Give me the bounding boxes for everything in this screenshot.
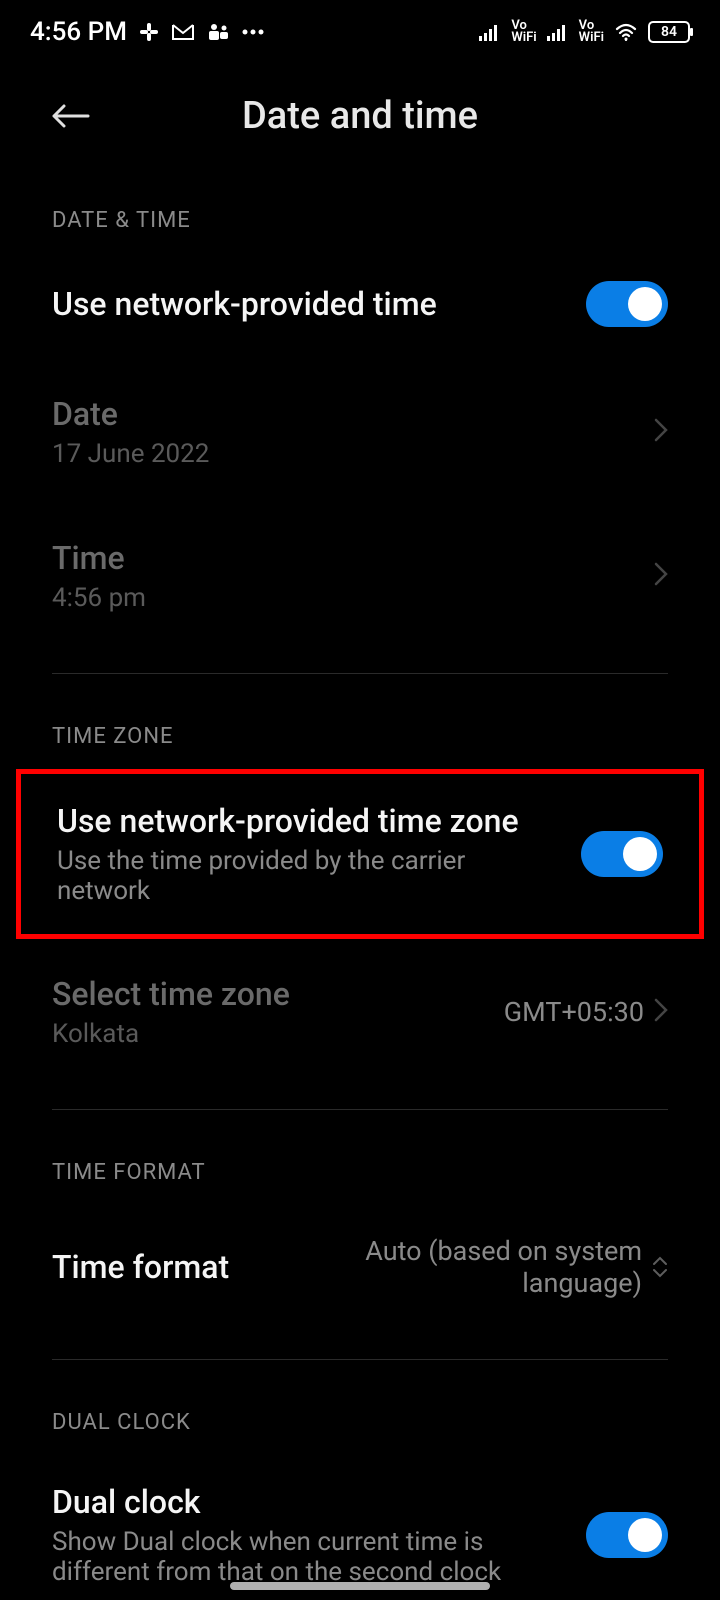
row-date[interactable]: Date 17 June 2022 [0, 355, 720, 509]
page-title: Date and time [90, 94, 630, 138]
row-network-timezone[interactable]: Use network-provided time zone Use the t… [21, 774, 699, 934]
row-dual-clock[interactable]: Dual clock Show Dual clock when current … [0, 1455, 720, 1597]
section-time-format: TIME FORMAT [0, 1130, 720, 1205]
app-header: Date and time [0, 64, 720, 178]
chevron-right-icon [654, 998, 668, 1026]
teams-icon [207, 22, 229, 42]
vowifi-icon-2: VoWiFi [579, 20, 604, 44]
section-time-zone: TIME ZONE [0, 694, 720, 769]
battery-icon: 84 [648, 21, 690, 43]
highlight-annotation: Use network-provided time zone Use the t… [16, 769, 704, 939]
select-timezone-value: GMT+05:30 [504, 996, 644, 1028]
section-date-time: DATE & TIME [0, 178, 720, 253]
network-timezone-label: Use network-provided time zone [57, 802, 561, 840]
network-time-toggle[interactable] [586, 281, 668, 327]
row-time[interactable]: Time 4:56 pm [0, 509, 720, 653]
chevron-right-icon [654, 562, 668, 590]
more-icon [241, 28, 265, 36]
dual-clock-sub: Show Dual clock when current time is dif… [52, 1527, 566, 1587]
section-dual-clock: DUAL CLOCK [0, 1380, 720, 1455]
time-value: 4:56 pm [52, 583, 146, 613]
divider [52, 1359, 668, 1360]
date-label: Date [52, 395, 209, 433]
updown-icon [652, 1256, 668, 1278]
dual-clock-label: Dual clock [52, 1483, 566, 1521]
arrow-left-icon [50, 102, 90, 130]
divider [52, 673, 668, 674]
row-select-timezone[interactable]: Select time zone Kolkata GMT+05:30 [0, 939, 720, 1089]
back-button[interactable] [50, 96, 90, 136]
slack-icon [139, 22, 159, 42]
network-timezone-toggle[interactable] [581, 831, 663, 877]
nav-indicator[interactable] [230, 1582, 490, 1590]
date-value: 17 June 2022 [52, 439, 209, 469]
vowifi-icon: VoWiFi [511, 20, 536, 44]
row-network-time[interactable]: Use network-provided time [0, 253, 720, 355]
time-format-value: Auto (based on system language) [362, 1235, 642, 1299]
gmail-icon [171, 23, 195, 41]
wifi-icon [614, 23, 638, 41]
divider [52, 1109, 668, 1110]
status-right: VoWiFi VoWiFi 84 [479, 20, 690, 44]
select-timezone-sub: Kolkata [52, 1019, 290, 1049]
row-time-format[interactable]: Time format Auto (based on system langua… [0, 1205, 720, 1339]
dual-clock-toggle[interactable] [586, 1512, 668, 1558]
signal-icon-2 [547, 23, 569, 41]
status-time: 4:56 PM [30, 17, 127, 47]
battery-level: 84 [661, 24, 677, 40]
signal-icon [479, 23, 501, 41]
network-timezone-sub: Use the time provided by the carrier net… [57, 846, 561, 906]
time-format-label: Time format [52, 1248, 229, 1286]
network-time-label: Use network-provided time [52, 285, 437, 323]
status-bar: 4:56 PM VoWiFi VoWiFi 84 [0, 0, 720, 64]
status-left: 4:56 PM [30, 17, 265, 47]
select-timezone-label: Select time zone [52, 975, 290, 1013]
chevron-right-icon [654, 418, 668, 446]
time-label: Time [52, 539, 146, 577]
